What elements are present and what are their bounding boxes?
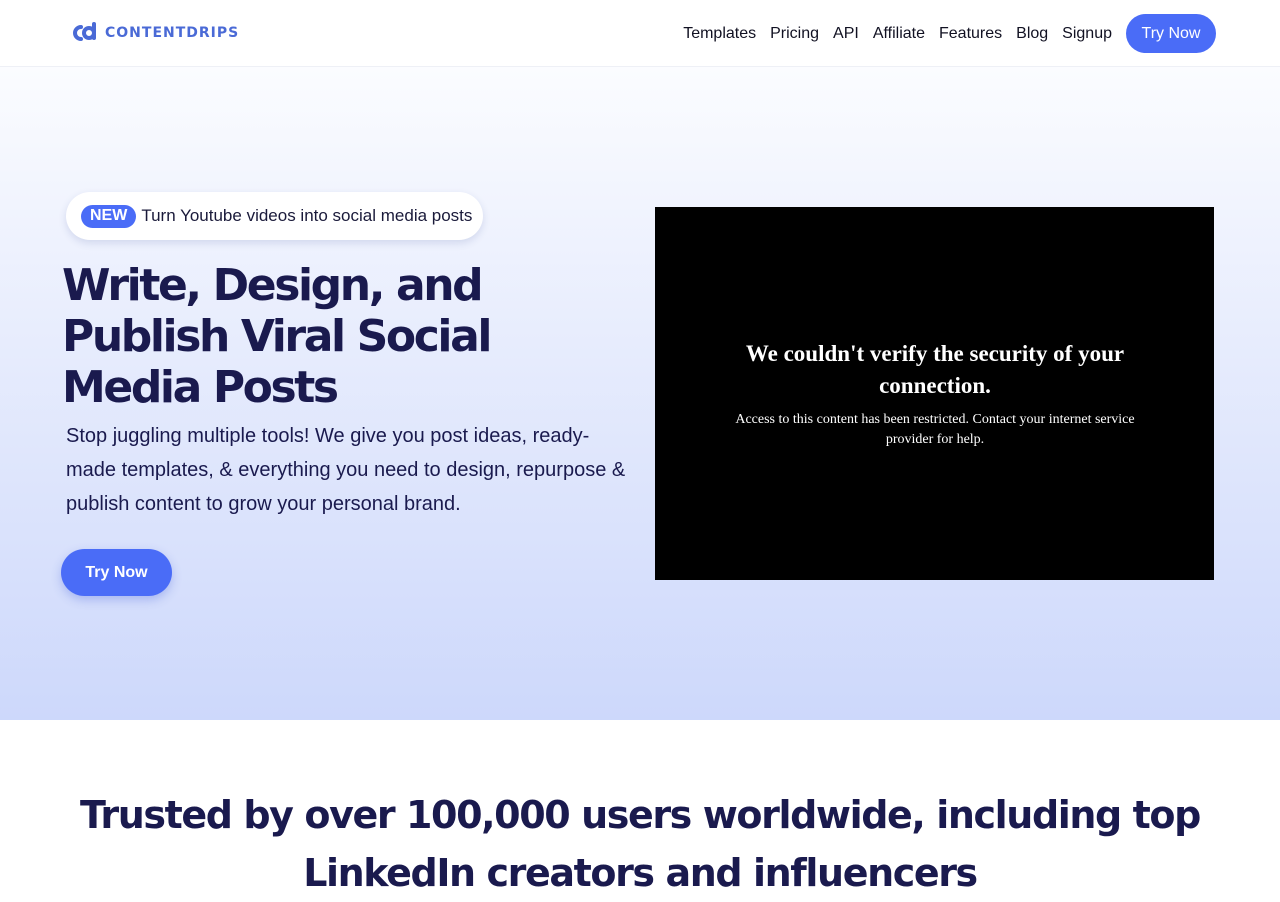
hero-try-now-button[interactable]: Try Now: [61, 549, 172, 596]
video-error-title: We couldn't verify the security of your …: [745, 341, 1125, 398]
site-header: CONTENTDRIPS Templates Pricing API Affil…: [0, 0, 1280, 67]
logo[interactable]: CONTENTDRIPS: [70, 21, 239, 45]
main-nav: Templates Pricing API Affiliate Features…: [683, 14, 1216, 53]
hero-title: Write, Design, and Publish Viral Social …: [62, 260, 492, 413]
new-badge: NEW: [81, 204, 137, 228]
nav-api[interactable]: API: [833, 25, 859, 43]
header-try-now-button[interactable]: Try Now: [1126, 14, 1216, 53]
announcement-text: Turn Youtube videos into social media po…: [141, 206, 473, 225]
logo-icon: [73, 22, 96, 41]
nav-signup[interactable]: Signup: [1062, 25, 1112, 43]
nav-blog[interactable]: Blog: [1016, 25, 1048, 43]
video-embed[interactable]: We couldn't verify the security of your …: [655, 207, 1214, 580]
hero-subtitle: Stop juggling multiple tools! We give yo…: [66, 425, 626, 515]
video-error-message: Access to this content has been restrict…: [735, 412, 1135, 447]
hero-section: NEW Turn Youtube videos into social medi…: [0, 67, 1280, 720]
nav-templates[interactable]: Templates: [683, 25, 756, 43]
nav-features[interactable]: Features: [939, 25, 1002, 43]
nav-pricing[interactable]: Pricing: [770, 25, 819, 43]
announcement-pill[interactable]: NEW Turn Youtube videos into social medi…: [66, 192, 483, 240]
trusted-heading: Trusted by over 100,000 users worldwide,…: [80, 793, 1201, 895]
nav-affiliate[interactable]: Affiliate: [873, 25, 925, 43]
logo-text: CONTENTDRIPS: [105, 25, 240, 41]
